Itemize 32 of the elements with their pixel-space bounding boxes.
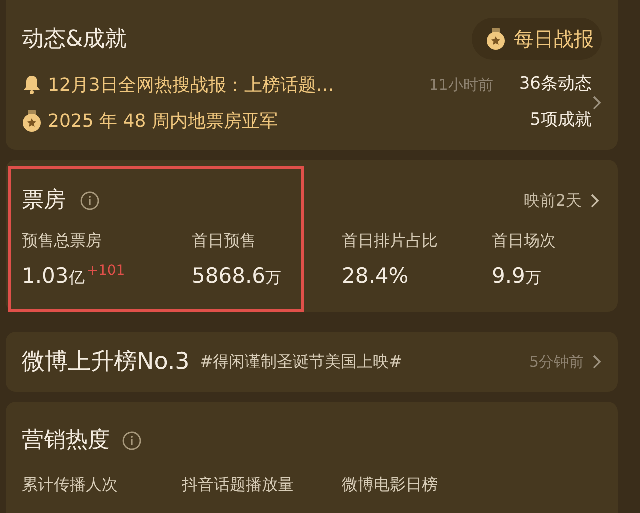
stat-value: 5868.6万 [192, 263, 282, 290]
stat-label: 累计传播人次 [22, 475, 118, 494]
stat-label: 预售总票房 [22, 230, 103, 252]
chevron-right-icon[interactable] [592, 354, 602, 370]
daily-report-button[interactable]: 每日战报 [472, 18, 602, 60]
news-text: 2025 年 48 周内地票房亚军 [48, 110, 278, 134]
time-label: 11小时前 [429, 74, 494, 96]
medal-icon [486, 28, 506, 50]
ranking-title: 微博上升榜No.3 [22, 348, 190, 377]
stat-label: 首日场次 [492, 230, 557, 252]
chevron-right-icon[interactable] [592, 95, 602, 111]
news-text: 12月3日全网热搜战报：上榜话题… [48, 74, 334, 98]
stat-value: 28.4% [342, 263, 409, 290]
days-before-link[interactable]: 映前2天 [524, 188, 600, 212]
count-label: 36条动态 [519, 73, 592, 96]
change-label: +101 [86, 262, 126, 281]
section-title: 营销热度 [22, 427, 110, 455]
stat-value: 1.03亿 [22, 263, 85, 290]
count-label: 5项成就 [530, 109, 592, 132]
section-title: 动态&成就 [22, 26, 128, 54]
stat-label: 首日预售 [192, 230, 257, 252]
info-icon[interactable] [122, 430, 142, 450]
section-title: 票房 [22, 187, 66, 215]
stat-label: 微博电影日榜 [342, 475, 438, 494]
bell-icon [22, 75, 42, 95]
chevron-right-icon[interactable] [590, 192, 600, 208]
topic-tag: #得闲谨制圣诞节美国上映# [200, 350, 403, 374]
stat-label: 抖音话题播放量 [182, 475, 294, 494]
info-icon[interactable] [80, 190, 100, 210]
medal-icon [22, 110, 42, 132]
stat-label: 首日排片占比 [342, 230, 439, 252]
stat-value: 9.9万 [492, 263, 542, 290]
